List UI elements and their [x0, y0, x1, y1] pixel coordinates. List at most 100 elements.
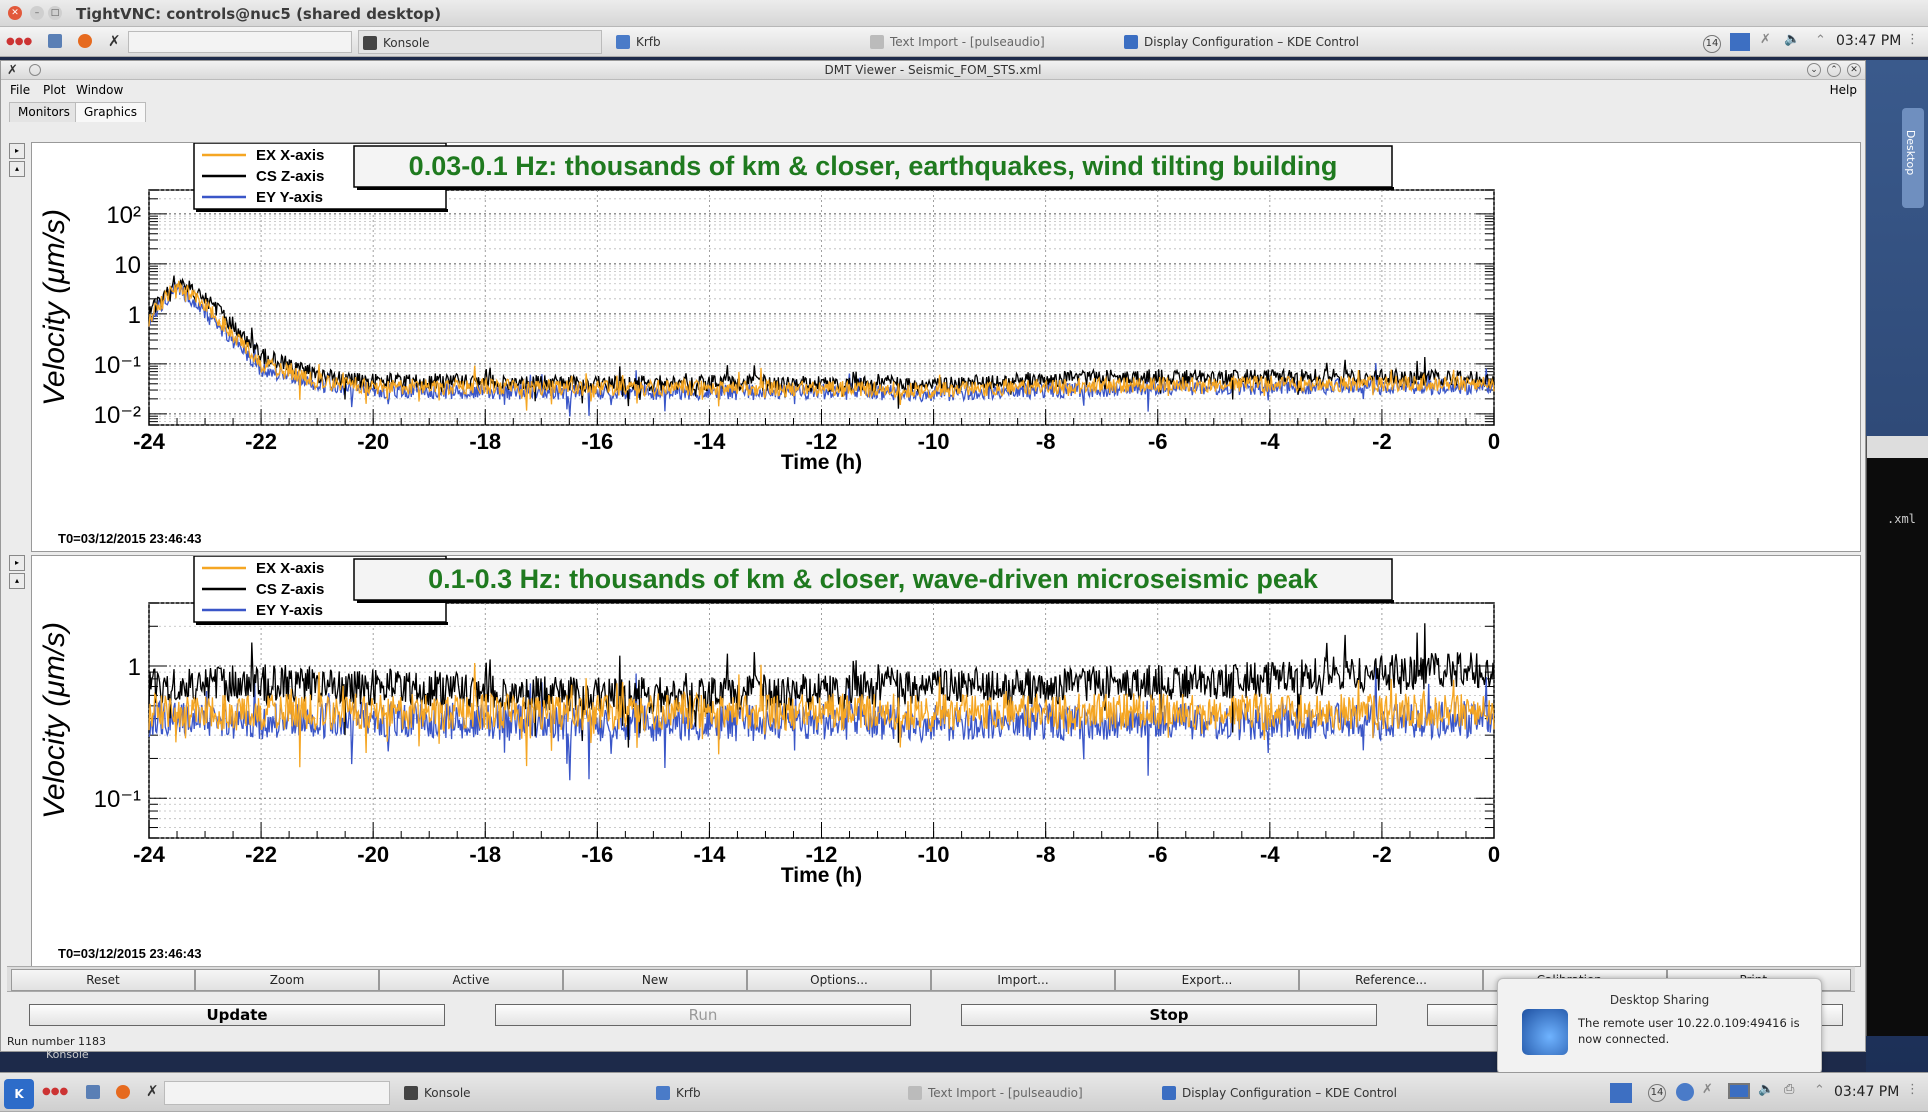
- dmt-titlebar: ✗ DMT Viewer - Seismic_FOM_STS.xml ⌄ ⌃ ✕: [1, 61, 1865, 80]
- x-tick-label: -2: [1372, 842, 1392, 867]
- panel-menu-icon[interactable]: ⋮: [1906, 32, 1919, 47]
- scroll-up-button[interactable]: ▸: [9, 555, 25, 571]
- x-tick-label: -8: [1036, 429, 1056, 454]
- window-menu-icon[interactable]: [29, 64, 41, 76]
- kde-start-icon[interactable]: K: [4, 1079, 34, 1109]
- plot-1[interactable]: 10²10110⁻¹10⁻²-24 -22 -20 -18 -16 -14 -12 -10 -8…: [32, 142, 1860, 551]
- y-tick-label: 10⁻²: [94, 402, 141, 429]
- x-icon[interactable]: ✗: [146, 1082, 159, 1100]
- minimize-icon[interactable]: –: [30, 6, 44, 20]
- panel-menu-icon[interactable]: ⋮: [1906, 1082, 1919, 1097]
- reset-button[interactable]: Reset: [11, 969, 195, 991]
- taskbar-search-input[interactable]: [164, 1081, 390, 1105]
- task-text-import[interactable]: Text Import - [pulseaudio]: [866, 30, 1116, 54]
- notification-title: Desktop Sharing: [1609, 993, 1710, 1007]
- bluetooth-icon[interactable]: ✗: [1760, 32, 1771, 47]
- task-label: Text Import - [pulseaudio]: [928, 1086, 1083, 1100]
- stop-button[interactable]: Stop: [961, 1004, 1377, 1026]
- network-icon[interactable]: [1730, 33, 1750, 51]
- x-tick-label: -16: [581, 842, 613, 867]
- task-konsole[interactable]: Konsole: [358, 30, 602, 54]
- y-tick-label: 10²: [106, 202, 141, 229]
- legend-label: EX X-axis: [256, 147, 324, 164]
- import-button[interactable]: Import...: [931, 969, 1115, 991]
- legend-label: CS Z-axis: [256, 168, 324, 185]
- files-icon[interactable]: [48, 34, 62, 48]
- options-button[interactable]: Options...: [747, 969, 931, 991]
- tab-bar: Monitors Graphics: [1, 100, 1865, 122]
- y-tick-label: 1: [128, 654, 141, 681]
- printer-icon[interactable]: ⎙: [1784, 1082, 1794, 1097]
- clock[interactable]: 03:47 PM: [1836, 33, 1901, 49]
- status-text: Run number 1183: [7, 1035, 107, 1048]
- x-icon[interactable]: ✗: [108, 32, 121, 50]
- top-taskbar: ●●● ✗ Konsole Krfb Text Import - [pulsea…: [0, 27, 1928, 57]
- chevron-up-icon[interactable]: ⌃: [1815, 33, 1826, 48]
- task-krfb[interactable]: Krfb: [612, 30, 862, 54]
- task-krfb[interactable]: Krfb: [652, 1081, 902, 1105]
- y-axis-label: Velocity (μm/s): [38, 209, 71, 406]
- new-button[interactable]: New: [563, 969, 747, 991]
- update-button[interactable]: Update: [29, 1004, 445, 1026]
- menu-file[interactable]: File: [10, 83, 30, 97]
- x-tick-label: -18: [469, 842, 501, 867]
- legend-label: CS Z-axis: [256, 581, 324, 598]
- tab-monitors[interactable]: Monitors: [9, 102, 79, 122]
- maximize-icon[interactable]: ⌃: [1827, 63, 1841, 77]
- x-axis-label: Time (h): [781, 451, 862, 474]
- desktop-sharing-notification[interactable]: Desktop Sharing The remote user 10.22.0.…: [1497, 978, 1822, 1075]
- task-display-config[interactable]: Display Configuration – KDE Control M: [1120, 30, 1360, 54]
- bluetooth-icon[interactable]: ✗: [1702, 1082, 1713, 1097]
- task-display-config[interactable]: Display Configuration – KDE Control M: [1158, 1081, 1398, 1105]
- chevron-up-icon[interactable]: ⌃: [1814, 1083, 1825, 1098]
- x-tick-label: -6: [1148, 429, 1168, 454]
- scroll-up-button[interactable]: ▸: [9, 143, 25, 159]
- volume-icon[interactable]: 🔈: [1784, 32, 1800, 47]
- volume-icon[interactable]: 🔈: [1758, 1082, 1774, 1097]
- menu-plot[interactable]: Plot: [43, 83, 66, 97]
- task-text-import[interactable]: Text Import - [pulseaudio]: [904, 1081, 1154, 1105]
- scroll-down-button[interactable]: ▴: [9, 573, 25, 589]
- monitor-icon[interactable]: [1728, 1083, 1750, 1099]
- taskbar-search-input[interactable]: [128, 31, 352, 53]
- firefox-icon[interactable]: [78, 34, 92, 48]
- close-icon[interactable]: ✕: [1847, 63, 1861, 77]
- y-tick-label: 10⁻¹: [94, 352, 141, 379]
- y-tick-label: 10⁻¹: [94, 786, 141, 813]
- close-icon[interactable]: ✕: [8, 6, 22, 20]
- plot-2[interactable]: 110⁻¹-24 -22 -20 -18 -16 -14 -12 -10 -8 -6 -4 -2 0Ti…: [32, 555, 1860, 966]
- task-konsole[interactable]: Konsole: [400, 1081, 650, 1105]
- app-x-icon[interactable]: ✗: [7, 61, 18, 80]
- display-icon: [1162, 1086, 1176, 1100]
- desktop-pager[interactable]: 14: [1648, 1084, 1666, 1102]
- export-button[interactable]: Export...: [1115, 969, 1299, 991]
- menubar: File Plot Window Help: [1, 80, 1865, 100]
- maximize-icon[interactable]: □: [48, 6, 62, 20]
- run-button[interactable]: Run: [495, 1004, 911, 1026]
- desktop-side-tab[interactable]: Desktop: [1902, 108, 1924, 208]
- display-icon: [1124, 35, 1138, 49]
- x-tick-label: -14: [694, 429, 727, 454]
- firefox-icon[interactable]: [116, 1085, 130, 1099]
- x-tick-label: -18: [469, 429, 501, 454]
- vnc-title: TightVNC: controls@nuc5 (shared desktop): [76, 5, 442, 23]
- menu-window[interactable]: Window: [76, 83, 123, 97]
- minimize-icon[interactable]: ⌄: [1807, 63, 1821, 77]
- scroll-down-button[interactable]: ▴: [9, 161, 25, 177]
- sync-icon[interactable]: [1676, 1083, 1694, 1101]
- network-globe-icon: [1522, 1009, 1568, 1055]
- desktop-pager[interactable]: 14: [1703, 35, 1721, 53]
- x-tick-label: -14: [694, 842, 727, 867]
- reference-button[interactable]: Reference...: [1299, 969, 1483, 991]
- task-label: Krfb: [676, 1086, 701, 1100]
- files-icon[interactable]: [86, 1085, 100, 1099]
- x-tick-label: -24: [133, 429, 166, 454]
- tab-graphics[interactable]: Graphics: [75, 102, 146, 122]
- network-icon[interactable]: [1610, 1083, 1632, 1103]
- clock[interactable]: 03:47 PM: [1834, 1084, 1899, 1100]
- app-dots-icon[interactable]: ●●●: [6, 36, 32, 47]
- zoom-button[interactable]: Zoom: [195, 969, 379, 991]
- app-dots-icon[interactable]: ●●●: [42, 1086, 68, 1097]
- active-button[interactable]: Active: [379, 969, 563, 991]
- menu-help[interactable]: Help: [1830, 83, 1857, 97]
